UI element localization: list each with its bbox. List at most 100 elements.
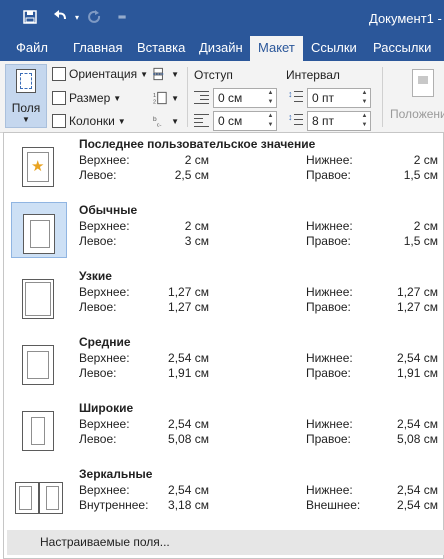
chevron-down-icon: ▼ [171,69,179,79]
preset-title: Узкие [79,269,112,283]
left-label: Левое: [79,300,117,314]
chevron-down-icon: ▼ [140,69,149,79]
tab-home[interactable]: Главная [65,36,130,61]
inside-value: 3,18 см [168,498,209,512]
orientation-icon [52,67,66,81]
indent-left-icon [194,91,209,104]
indent-header: Отступ [194,68,233,82]
undo-icon[interactable] [50,6,72,28]
left-value: 1,91 см [168,366,209,380]
indent-right-icon [194,114,209,127]
top-label: Верхнее: [79,219,130,233]
inside-label: Внутреннее: [79,498,149,512]
margins-button[interactable]: Поля ▼ [5,64,47,128]
top-label: Верхнее: [79,351,130,365]
right-label: Правое: [306,234,351,248]
custom-margins-label: Настраиваемые поля... [40,535,170,549]
spacing-after-input[interactable]: 8 пт ▲ ▼ [307,111,371,131]
position-button: Положени [386,65,444,127]
breaks-icon [153,67,165,81]
preset-wide[interactable]: Широкие Верхнее: 2,54 см Левое: 5,08 см … [7,397,444,461]
custom-margins-button[interactable]: Настраиваемые поля... [7,530,444,555]
preset-normal[interactable]: Обычные Верхнее: 2 см Левое: 3 см Нижнее… [7,199,444,263]
top-value: 2,54 см [168,417,209,431]
chevron-down-icon: ▼ [113,93,122,103]
spin-arrows-icon[interactable]: ▲ ▼ [265,89,276,107]
spin-arrows-icon[interactable]: ▲ ▼ [265,112,276,130]
tab-references[interactable]: Ссылки [303,36,365,61]
customize-toolbar-icon[interactable]: ═ [116,6,128,28]
bottom-value: 2 см [413,153,438,167]
mirrored-margins-icon [11,466,67,522]
bottom-value: 2,54 см [397,351,438,365]
tab-file[interactable]: Файл [8,36,56,61]
position-icon [412,69,434,97]
hyphenation-button[interactable]: b c- ▼ [153,111,179,131]
tab-design[interactable]: Дизайн [191,36,251,61]
tab-layout[interactable]: Макет [250,36,303,61]
left-label: Левое: [79,234,117,248]
top-value: 2 см [184,219,209,233]
indent-right-row: 0 см ▲ ▼ [194,111,284,131]
spacing-before-row: ↕ 0 пт ▲ ▼ [288,88,378,108]
line-numbers-icon: 12 [153,91,167,105]
preset-title: Последнее пользовательское значение [79,137,316,151]
preset-moderate[interactable]: Средние Верхнее: 2,54 см Левое: 1,91 см … [7,331,444,395]
title-bar: ▾ ═ Документ1 - V [0,0,444,36]
wide-margins-icon [11,400,67,456]
outside-label: Внешнее: [306,498,361,512]
tab-insert[interactable]: Вставка [129,36,193,61]
undo-dropdown-icon[interactable]: ▾ [72,6,82,28]
save-icon[interactable] [20,6,40,28]
redo-icon [86,6,104,28]
preset-narrow[interactable]: Узкие Верхнее: 1,27 см Левое: 1,27 см Ни… [7,265,444,329]
star-page-icon: ★ [11,136,67,192]
columns-button[interactable]: Колонки ▼ [52,111,126,131]
top-label: Верхнее: [79,417,130,431]
spin-arrows-icon[interactable]: ▲ ▼ [359,89,370,107]
preset-title: Средние [79,335,131,349]
spacing-before-input[interactable]: 0 пт ▲ ▼ [307,88,371,108]
right-label: Правое: [306,300,351,314]
columns-icon [52,114,66,128]
top-value: 2,54 см [168,351,209,365]
indent-left-row: 0 см ▲ ▼ [194,88,284,108]
left-value: 3 см [184,234,209,248]
right-value: 1,5 см [403,168,438,182]
svg-text:c-: c- [157,123,162,128]
breaks-button[interactable]: ▼ [153,64,179,84]
line-numbers-button[interactable]: 12 ▼ [153,88,179,108]
left-label: Левое: [79,168,117,182]
position-label: Положени [390,107,444,121]
spin-arrows-icon[interactable]: ▲ ▼ [359,112,370,130]
bottom-label: Нижнее: [306,417,353,431]
svg-text:1: 1 [153,93,156,99]
bottom-label: Нижнее: [306,285,353,299]
moderate-margins-icon [11,334,67,390]
spacing-header: Интервал [286,68,340,82]
spacing-before-icon: ↕ [288,89,303,104]
indent-left-input[interactable]: 0 см ▲ ▼ [213,88,277,108]
right-label: Правое: [306,168,351,182]
preset-mirrored[interactable]: Зеркальные Верхнее: 2,54 см Внутреннее: … [7,463,444,527]
size-label: Размер [69,91,111,105]
right-value: 1,5 см [403,234,438,248]
size-icon [52,91,66,105]
spacing-after-icon: ↕ [288,112,303,127]
orientation-button[interactable]: Ориентация ▼ [52,64,148,84]
left-label: Левое: [79,432,117,446]
chevron-down-icon: ▼ [22,115,30,124]
indent-right-input[interactable]: 0 см ▲ ▼ [213,111,277,131]
hyphenation-icon: bc- [153,116,162,128]
size-button[interactable]: Размер ▼ [52,88,121,108]
top-value: 2,54 см [168,483,209,497]
tab-mailings[interactable]: Рассылки [365,36,439,61]
preset-title: Обычные [79,203,138,217]
bottom-value: 2,54 см [397,483,438,497]
preset-title: Широкие [79,401,134,415]
margins-label: Поля [11,101,41,115]
preset-last-custom[interactable]: ★ Последнее пользовательское значение Ве… [7,133,444,197]
top-label: Верхнее: [79,153,130,167]
chevron-down-icon: ▼ [171,93,179,103]
bottom-value: 2,54 см [397,417,438,431]
